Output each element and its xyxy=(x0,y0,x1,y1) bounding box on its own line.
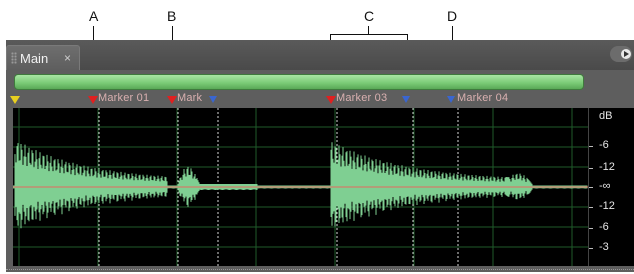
marker-03-label[interactable]: Marker 03 xyxy=(336,92,387,104)
close-icon[interactable]: × xyxy=(64,51,71,65)
db-tick xyxy=(589,228,593,229)
overview-bar[interactable] xyxy=(14,74,584,90)
marker-03-start-icon[interactable] xyxy=(326,96,336,104)
callout-b: B xyxy=(167,8,177,24)
db-label: -3 xyxy=(599,241,609,253)
grip-icon[interactable] xyxy=(11,52,17,64)
marker-01-icon[interactable] xyxy=(88,96,98,104)
db-tick xyxy=(589,248,593,249)
marker-02-start-icon[interactable] xyxy=(167,96,177,104)
db-label: -12 xyxy=(599,161,615,173)
db-tick xyxy=(589,207,593,208)
marker-04-icon[interactable] xyxy=(447,96,455,103)
callout-a: A xyxy=(89,8,99,24)
marker-01-label[interactable]: Marker 01 xyxy=(98,92,149,104)
waveform-svg xyxy=(12,108,588,266)
db-label: -12 xyxy=(599,200,615,212)
marker-03-end-icon[interactable] xyxy=(402,96,410,103)
waveform-path xyxy=(12,142,588,229)
timeline-dotted-edge xyxy=(6,269,634,271)
db-unit-label: dB xyxy=(599,110,613,122)
db-label: -6 xyxy=(599,139,609,151)
callout-line-c xyxy=(368,26,369,34)
callout-d: D xyxy=(447,8,458,24)
marker-ruler: Marker 01 Mark Marker 03 Marker 04 xyxy=(6,92,634,108)
tab-bar: Main × xyxy=(6,40,634,70)
editor-panel: Main × Marker 01 Mark Marker 03 Marker 0… xyxy=(6,40,634,272)
db-tick xyxy=(589,168,593,169)
db-scale: dB -6 -12 -∞ -12 -6 -3 xyxy=(588,108,634,266)
db-label: -6 xyxy=(599,221,609,233)
waveform-display[interactable] xyxy=(12,108,588,266)
marker-04-label[interactable]: Marker 04 xyxy=(457,92,508,104)
playhead-start-icon[interactable] xyxy=(10,96,20,104)
marker-02-end-icon[interactable] xyxy=(209,96,217,103)
db-tick xyxy=(589,146,593,147)
marker-02-label[interactable]: Mark xyxy=(177,92,202,104)
db-label: -∞ xyxy=(599,180,611,192)
panel-menu-icon[interactable] xyxy=(610,46,632,62)
tab-main[interactable]: Main × xyxy=(6,45,80,70)
db-tick xyxy=(589,187,593,188)
tab-main-label: Main xyxy=(20,51,49,66)
callout-c: C xyxy=(364,8,375,24)
